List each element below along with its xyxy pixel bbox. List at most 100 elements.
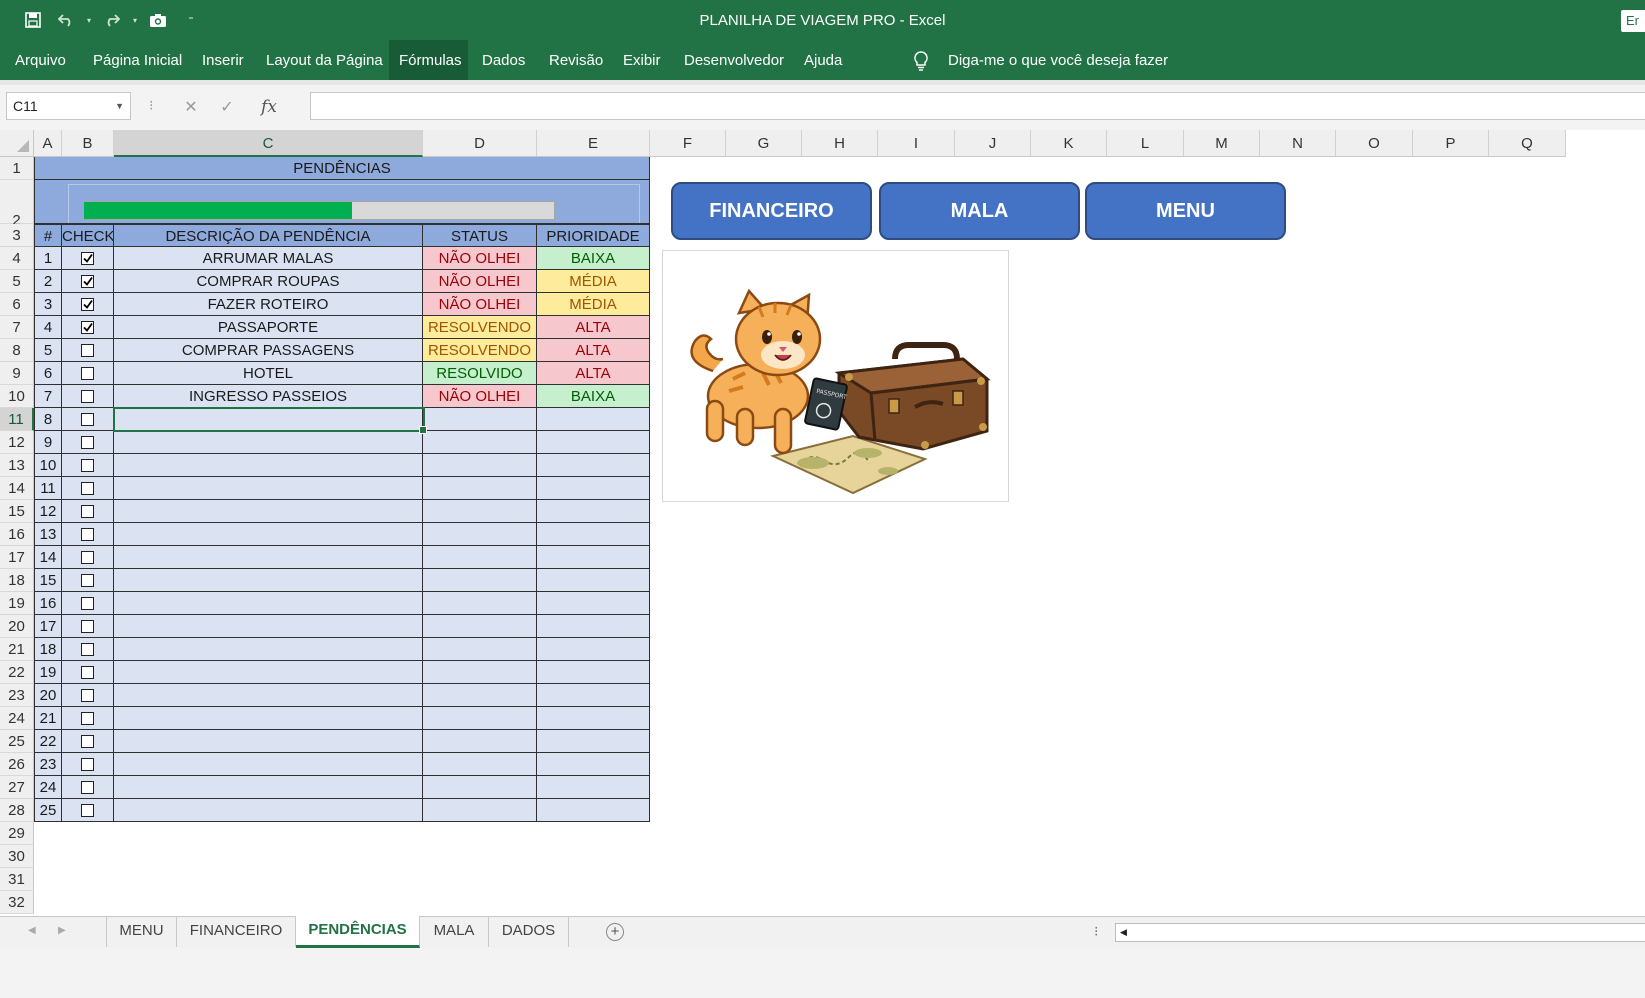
cat-travel-illustration[interactable]: PASSPORT — [662, 250, 1009, 502]
checkbox-checked[interactable] — [81, 251, 94, 265]
tab-formulas[interactable]: Fórmulas — [389, 40, 468, 80]
task-description[interactable] — [114, 546, 423, 569]
task-status[interactable] — [423, 730, 537, 753]
checkbox[interactable] — [81, 481, 94, 495]
checkbox[interactable] — [81, 458, 94, 472]
column-header-k[interactable]: K — [1031, 130, 1107, 157]
row-header-24[interactable]: 24 — [0, 707, 34, 730]
checkbox[interactable] — [81, 596, 94, 610]
row-header-5[interactable]: 5 — [0, 270, 34, 293]
row-header-12[interactable]: 12 — [0, 431, 34, 454]
task-description[interactable] — [114, 592, 423, 615]
row-header-14[interactable]: 14 — [0, 477, 34, 500]
task-status[interactable] — [423, 753, 537, 776]
row-header-29[interactable]: 29 — [0, 822, 34, 845]
row-header-9[interactable]: 9 — [0, 362, 34, 385]
row-header-31[interactable]: 31 — [0, 868, 34, 891]
row-header-6[interactable]: 6 — [0, 293, 34, 316]
checkbox[interactable] — [81, 550, 94, 564]
tab-dados[interactable]: Dados — [472, 40, 535, 80]
checkbox[interactable] — [81, 665, 94, 679]
task-description[interactable] — [114, 684, 423, 707]
task-description[interactable] — [114, 707, 423, 730]
checkbox-checked[interactable] — [81, 274, 94, 288]
task-status[interactable] — [423, 454, 537, 477]
row-header-16[interactable]: 16 — [0, 523, 34, 546]
task-status[interactable] — [423, 661, 537, 684]
row-header-11[interactable]: 11 — [0, 408, 34, 431]
task-priority[interactable] — [537, 431, 650, 454]
row-header-2[interactable]: 2 — [0, 180, 34, 229]
column-header-b[interactable]: B — [62, 130, 114, 157]
task-priority[interactable] — [537, 523, 650, 546]
formula-input[interactable] — [310, 92, 1645, 120]
tell-me-search[interactable]: Diga-me o que você deseja fazer — [948, 40, 1168, 80]
row-header-3[interactable]: 3 — [0, 224, 34, 247]
checkbox[interactable] — [81, 780, 94, 794]
task-status[interactable]: RESOLVENDO — [423, 316, 537, 339]
task-priority[interactable] — [537, 753, 650, 776]
task-priority[interactable]: ALTA — [537, 339, 650, 362]
task-description[interactable]: COMPRAR ROUPAS — [114, 270, 423, 293]
task-status[interactable]: RESOLVENDO — [423, 339, 537, 362]
task-priority[interactable] — [537, 707, 650, 730]
task-description[interactable]: COMPRAR PASSAGENS — [114, 339, 423, 362]
task-priority[interactable] — [537, 684, 650, 707]
task-description[interactable] — [114, 477, 423, 500]
tab-revisao[interactable]: Revisão — [539, 40, 613, 80]
tab-layout-da-pagina[interactable]: Layout da Página — [256, 40, 393, 80]
checkbox[interactable] — [81, 711, 94, 725]
row-header-20[interactable]: 20 — [0, 615, 34, 638]
task-description[interactable] — [114, 523, 423, 546]
row-header-8[interactable]: 8 — [0, 339, 34, 362]
task-status[interactable] — [423, 615, 537, 638]
row-header-26[interactable]: 26 — [0, 753, 34, 776]
task-priority[interactable]: BAIXA — [537, 385, 650, 408]
task-priority[interactable] — [537, 408, 650, 431]
tab-inserir[interactable]: Inserir — [192, 40, 254, 80]
financeiro-button[interactable]: FINANCEIRO — [671, 182, 872, 240]
row-header-22[interactable]: 22 — [0, 661, 34, 684]
task-priority[interactable] — [537, 615, 650, 638]
task-status[interactable]: NÃO OLHEI — [423, 247, 537, 270]
column-header-c[interactable]: C — [114, 130, 423, 157]
checkbox[interactable] — [81, 412, 94, 426]
task-priority[interactable]: MÉDIA — [537, 270, 650, 293]
row-header-30[interactable]: 30 — [0, 845, 34, 868]
checkbox[interactable] — [81, 389, 94, 403]
column-header-j[interactable]: J — [955, 130, 1031, 157]
column-header-n[interactable]: N — [1260, 130, 1336, 157]
row-header-32[interactable]: 32 — [0, 891, 34, 914]
checkbox[interactable] — [81, 366, 94, 380]
name-box-dropdown-icon[interactable]: ▼ — [115, 93, 124, 119]
horizontal-scrollbar[interactable]: ◀ — [1115, 923, 1645, 942]
insert-function-icon[interactable]: fx — [257, 95, 281, 119]
row-header-7[interactable]: 7 — [0, 316, 34, 339]
column-header-h[interactable]: H — [802, 130, 878, 157]
row-header-13[interactable]: 13 — [0, 454, 34, 477]
task-priority[interactable] — [537, 477, 650, 500]
task-description[interactable] — [114, 730, 423, 753]
task-status[interactable]: NÃO OLHEI — [423, 270, 537, 293]
row-header-4[interactable]: 4 — [0, 247, 34, 270]
task-priority[interactable] — [537, 569, 650, 592]
task-priority[interactable] — [537, 638, 650, 661]
task-priority[interactable]: ALTA — [537, 316, 650, 339]
task-priority[interactable] — [537, 730, 650, 753]
task-status[interactable] — [423, 799, 537, 822]
task-status[interactable]: NÃO OLHEI — [423, 293, 537, 316]
task-status[interactable] — [423, 569, 537, 592]
task-status[interactable] — [423, 592, 537, 615]
sign-in-button[interactable]: Er — [1621, 10, 1645, 32]
row-header-19[interactable]: 19 — [0, 592, 34, 615]
column-header-l[interactable]: L — [1107, 130, 1184, 157]
row-header-15[interactable]: 15 — [0, 500, 34, 523]
task-description[interactable] — [114, 661, 423, 684]
task-description[interactable] — [114, 454, 423, 477]
checkbox[interactable] — [81, 734, 94, 748]
task-priority[interactable]: BAIXA — [537, 247, 650, 270]
task-status[interactable] — [423, 477, 537, 500]
sheet-tab-pendencias[interactable]: PENDÊNCIAS — [296, 916, 420, 948]
checkbox[interactable] — [81, 527, 94, 541]
task-description[interactable] — [114, 500, 423, 523]
